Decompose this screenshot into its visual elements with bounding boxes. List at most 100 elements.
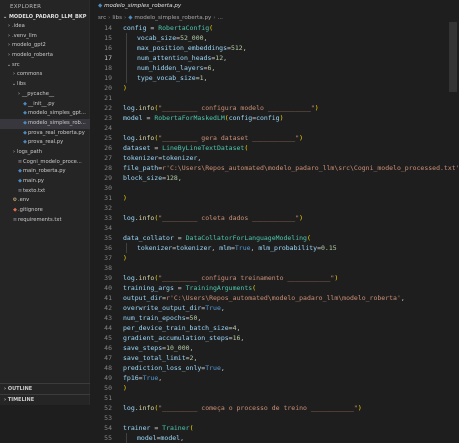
code-line[interactable]: 34 bbox=[90, 223, 459, 233]
tree-item[interactable]: › commons bbox=[0, 70, 90, 80]
code-line[interactable]: 31) bbox=[90, 193, 459, 203]
code-text: prediction_loss_only=True, bbox=[123, 363, 225, 373]
line-number: 18 bbox=[104, 64, 112, 72]
breadcrumb-file[interactable]: modelo_simples_roberta.py bbox=[134, 15, 211, 21]
code-line[interactable]: 40 training_args = TrainingArguments( bbox=[90, 283, 459, 293]
editor-scrollbar[interactable] bbox=[449, 22, 457, 92]
active-tab[interactable]: ◆ modelo_simples_roberta.py bbox=[98, 3, 181, 9]
tree-item[interactable]: ◆prova_real_roberta.py bbox=[0, 129, 90, 139]
code-token: mlm bbox=[219, 244, 231, 252]
code-line[interactable]: 49 fp16=True, bbox=[90, 373, 459, 383]
tree-item[interactable]: ◆prova_real.py bbox=[0, 138, 90, 148]
code-text: tokenizer=tokenizer, mlm=True, mlm_proba… bbox=[137, 243, 337, 253]
tree-item[interactable]: › logs_path bbox=[0, 148, 90, 158]
python-file-icon: ◆ bbox=[128, 15, 133, 21]
code-text: output_dir=r'C:\Users\Repos_automated\mo… bbox=[123, 293, 405, 303]
code-line[interactable]: 25 log.info("_________ gera dataset _____… bbox=[90, 133, 459, 143]
code-line[interactable]: 47 save_total_limit=2, bbox=[90, 353, 459, 363]
code-line[interactable]: 16 max_position_embeddings=512, bbox=[90, 43, 459, 53]
code-line[interactable]: 27 tokenizer=tokenizer, bbox=[90, 153, 459, 163]
code-line[interactable]: 44 per_device_train_batch_size=4, bbox=[90, 323, 459, 333]
tree-item[interactable]: ◆__init__.py bbox=[0, 100, 90, 110]
code-line[interactable]: 51 bbox=[90, 393, 459, 403]
code-line[interactable]: 43 num_train_epochs=50, bbox=[90, 313, 459, 323]
tree-item[interactable]: › modelo_roberta bbox=[0, 51, 90, 61]
code-line[interactable]: 20) bbox=[90, 83, 459, 93]
tree-item[interactable]: ◆.gitignore bbox=[0, 206, 90, 216]
code-line[interactable]: 36 tokenizer=tokenizer, mlm=True, mlm_pro… bbox=[90, 243, 459, 253]
code-line[interactable]: 50) bbox=[90, 383, 459, 393]
code-line[interactable]: 55 model=model, bbox=[90, 433, 459, 443]
workspace-root-folder[interactable]: ⌄ MODELO_PADARO_LLM_BKP bbox=[0, 13, 89, 22]
tree-item[interactable]: ◆main_roberta.py bbox=[0, 167, 90, 177]
code-token: Trainer bbox=[162, 424, 190, 432]
code-text: config = RobertaConfig( bbox=[123, 23, 213, 33]
code-line[interactable]: 37) bbox=[90, 253, 459, 263]
tree-item[interactable]: ≡texto.txt bbox=[0, 187, 90, 197]
code-line[interactable]: 32 bbox=[90, 203, 459, 213]
code-line[interactable]: 53 bbox=[90, 413, 459, 423]
code-line[interactable]: 19 type_vocab_size=1, bbox=[90, 73, 459, 83]
code-line[interactable]: 35 data_collator = DataCollatorForLanguag… bbox=[90, 233, 459, 243]
code-token: block_size bbox=[123, 174, 163, 182]
line-number: 44 bbox=[104, 324, 112, 332]
code-line[interactable]: 46 save_steps=10_000, bbox=[90, 343, 459, 353]
tree-item[interactable]: › .venv_llm bbox=[0, 32, 90, 42]
code-token: dataset bbox=[123, 144, 151, 152]
line-number: 50 bbox=[104, 384, 112, 392]
code-text: fp16=True, bbox=[123, 373, 162, 383]
code-text: save_total_limit=2, bbox=[123, 353, 197, 363]
breadcrumb-libs[interactable]: libs bbox=[112, 15, 122, 21]
breadcrumb-src[interactable]: src bbox=[98, 15, 106, 21]
chevron-right-icon: › bbox=[4, 386, 7, 392]
line-number: 24 bbox=[104, 124, 112, 132]
code-line[interactable]: 42 overwrite_output_dir=True, bbox=[90, 303, 459, 313]
code-token: ( bbox=[306, 234, 311, 242]
code-line[interactable]: 28 file_path=r'C:\Users\Repos_automated\m… bbox=[90, 163, 459, 173]
code-text: ) bbox=[123, 383, 127, 393]
code-line[interactable]: 14 config = RobertaConfig( bbox=[90, 23, 459, 33]
code-line[interactable]: 54 trainer = Trainer( bbox=[90, 423, 459, 433]
timeline-section[interactable]: › TIMELINE bbox=[0, 394, 90, 404]
code-line[interactable]: 21 bbox=[90, 93, 459, 103]
code-line[interactable]: 41 output_dir=r'C:\Users\Repos_automated\… bbox=[90, 293, 459, 303]
line-number: 22 bbox=[104, 104, 112, 112]
tree-item[interactable]: ⌄libs bbox=[0, 80, 90, 90]
tree-item[interactable]: ◆main.py bbox=[0, 177, 90, 187]
outline-section[interactable]: › OUTLINE bbox=[0, 383, 90, 393]
code-line[interactable]: 29 block_size=128, bbox=[90, 173, 459, 183]
code-token: ) bbox=[357, 404, 362, 412]
tree-item[interactable]: ◆modelo_simples_rob... bbox=[0, 118, 90, 129]
code-token: , bbox=[223, 54, 228, 62]
breadcrumb-symbol[interactable]: ... bbox=[218, 15, 223, 21]
code-line[interactable]: 18 num_hidden_layers=6, bbox=[90, 63, 459, 73]
tree-item[interactable]: ≡Cogni_modelo_proce... bbox=[0, 158, 90, 168]
code-line[interactable]: 26 dataset = LineByLineTextDataset( bbox=[90, 143, 459, 153]
code-line[interactable]: 22 log.info("_________ configura modelo _… bbox=[90, 103, 459, 113]
tree-item[interactable]: ≡requirements.txt bbox=[0, 216, 90, 226]
code-token: 10_000 bbox=[166, 344, 190, 352]
tree-item[interactable]: › modelo_gpt2 bbox=[0, 41, 90, 51]
code-line[interactable]: 17 num_attention_heads=12, bbox=[90, 53, 459, 63]
chevron-right-icon: › bbox=[4, 397, 7, 403]
code-line[interactable]: 38 bbox=[90, 263, 459, 273]
code-line[interactable]: 39 log.info("_________ configura treiname… bbox=[90, 273, 459, 283]
code-token: , bbox=[400, 294, 405, 302]
code-line[interactable]: 24 bbox=[90, 123, 459, 133]
code-text: ) bbox=[123, 193, 127, 203]
code-line[interactable]: 23 model = RobertaForMaskedLM(config=conf… bbox=[90, 113, 459, 123]
code-token: trainer bbox=[123, 424, 151, 432]
code-line[interactable]: 45 gradient_accumulation_steps=16, bbox=[90, 333, 459, 343]
code-line[interactable]: 33 log.info("_________ coleta dados _____… bbox=[90, 213, 459, 223]
code-line[interactable]: 30 bbox=[90, 183, 459, 193]
tree-item[interactable]: › __pycache__ bbox=[0, 90, 90, 100]
code-token: config bbox=[123, 24, 147, 32]
tree-item[interactable]: ◆modelo_simples_gpt... bbox=[0, 109, 90, 119]
code-editor[interactable]: 14 config = RobertaConfig(15 vocab_size=52… bbox=[90, 22, 459, 443]
code-line[interactable]: 15 vocab_size=52_000, bbox=[90, 33, 459, 43]
tree-item[interactable]: ⚙.env bbox=[0, 196, 90, 206]
code-line[interactable]: 48 prediction_loss_only=True, bbox=[90, 363, 459, 373]
tree-item[interactable]: › .idea bbox=[0, 22, 90, 32]
line-number: 32 bbox=[104, 204, 112, 212]
tree-item[interactable]: ⌄src bbox=[0, 61, 90, 71]
